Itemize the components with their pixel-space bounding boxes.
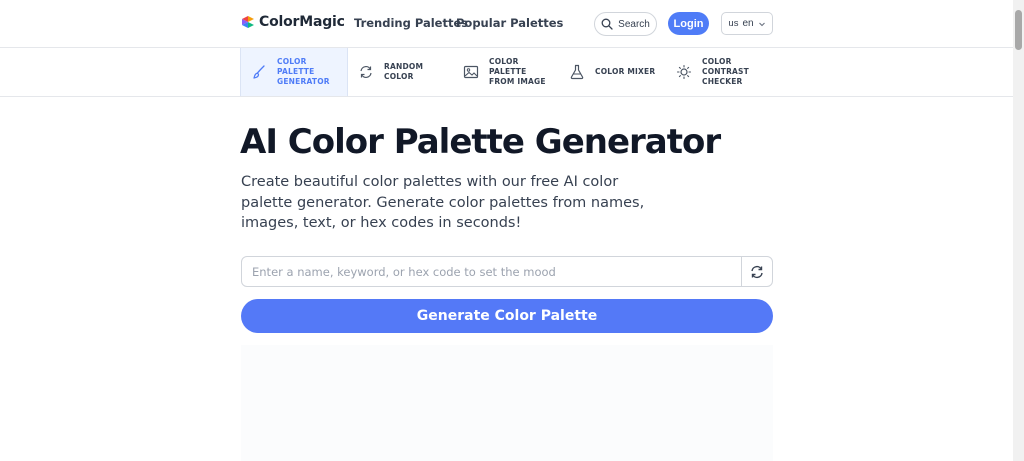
palette-preview-area	[241, 345, 773, 461]
tool-label: COLOR MIXER	[595, 67, 656, 76]
language-code: en	[742, 18, 754, 29]
mood-input[interactable]	[242, 257, 741, 286]
search-label: Search	[618, 18, 650, 30]
search-icon	[601, 18, 613, 30]
tools-bar: COLOR PALETTE GENERATOR RANDOM COLOR COL…	[0, 48, 1013, 97]
tool-label: COLOR PALETTE FROM IMAGE	[489, 57, 546, 86]
flag-label: us	[728, 18, 739, 29]
login-button[interactable]: Login	[668, 12, 709, 35]
flask-icon	[569, 64, 585, 80]
page-title: AI Color Palette Generator	[240, 122, 721, 162]
chevron-down-icon	[758, 22, 765, 26]
page-subtitle: Create beautiful color palettes with our…	[241, 174, 645, 231]
scrollbar-thumb[interactable]	[1015, 10, 1022, 50]
tool-label: COLOR CONTRAST CHECKER	[702, 57, 749, 86]
nav-trending-palettes[interactable]: Trending Palettes	[354, 16, 468, 30]
brand-name: ColorMagic	[259, 14, 345, 30]
refresh-icon	[358, 64, 374, 80]
tool-color-palette-generator[interactable]: COLOR PALETTE GENERATOR	[240, 48, 348, 96]
tool-label: RANDOM COLOR	[384, 62, 424, 81]
top-header: ColorMagic Trending Palettes Popular Pal…	[0, 0, 1013, 48]
generate-palette-button[interactable]: Generate Color Palette	[241, 299, 773, 333]
tool-color-palette-from-image[interactable]: COLOR PALETTE FROM IMAGE	[453, 48, 559, 96]
refresh-icon	[751, 265, 763, 278]
colormagic-logo-icon	[242, 16, 254, 28]
tool-label: COLOR PALETTE GENERATOR	[277, 57, 330, 86]
sun-icon	[676, 64, 692, 80]
nav-popular-palettes[interactable]: Popular Palettes	[456, 16, 563, 30]
search-button[interactable]: Search	[594, 12, 657, 36]
logo[interactable]: ColorMagic	[241, 14, 345, 30]
mood-input-group	[241, 256, 773, 287]
language-selector[interactable]: us en	[721, 12, 773, 35]
random-mood-button[interactable]	[741, 257, 772, 286]
page-scrollbar[interactable]	[1013, 0, 1024, 461]
tool-random-color[interactable]: RANDOM COLOR	[348, 48, 453, 96]
image-icon	[463, 64, 479, 80]
tool-color-contrast-checker[interactable]: COLOR CONTRAST CHECKER	[666, 48, 776, 96]
brush-icon	[251, 64, 267, 80]
tool-color-mixer[interactable]: COLOR MIXER	[559, 48, 666, 96]
